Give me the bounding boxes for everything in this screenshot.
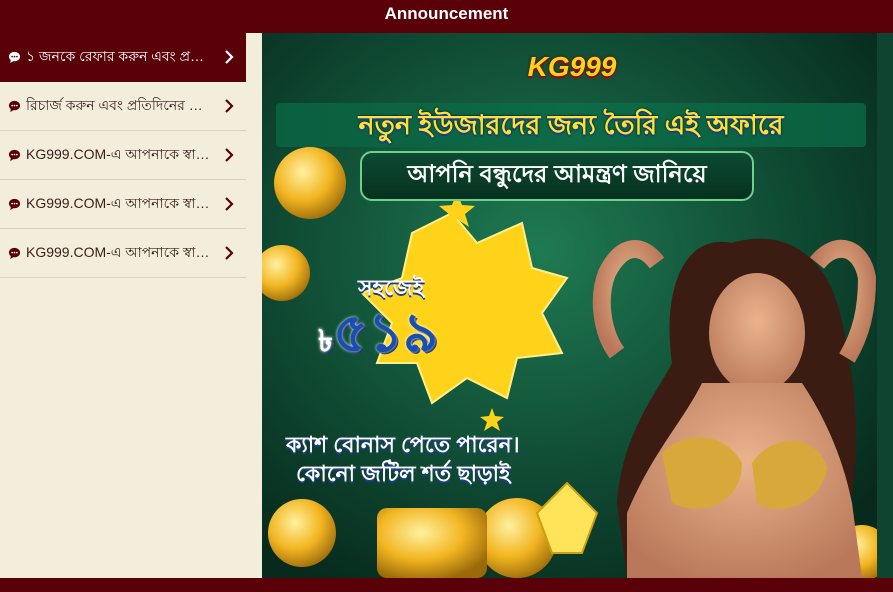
announcement-item-2[interactable]: রিচার্জ করুন এবং প্রতিদিনের বোনাস পান — [0, 82, 246, 131]
chevron-right-icon — [225, 50, 234, 64]
announcement-item-label: KG999.COM-এ আপনাকে স্বাগতম — [26, 244, 218, 260]
coin-icon — [274, 147, 346, 219]
announcement-item-4[interactable]: KG999.COM-এ আপনাকে স্বাগতম — [0, 180, 246, 229]
chevron-right-icon — [225, 148, 234, 162]
chevron-right-icon — [225, 99, 234, 113]
announcement-item-3[interactable]: KG999.COM-এ আপনাকে স্বাগতম — [0, 131, 246, 180]
bonus-amount: ৳৫১৯ — [318, 291, 498, 371]
chat-bubble-icon — [8, 51, 21, 63]
chat-bubble-icon — [8, 198, 21, 210]
announcement-item-label: KG999.COM-এ আপনাকে স্বাগতম — [26, 195, 218, 211]
announcement-item-label: KG999.COM-এ আপনাকে স্বাগতম — [26, 146, 218, 162]
bonus-value: ৫১৯ — [332, 303, 439, 363]
bottom-bar — [0, 578, 893, 592]
promo-headline: নতুন ইউজারদের জন্য তৈরি এই অফারে — [276, 103, 866, 147]
promo-subheadline: আপনি বন্ধুদের আমন্ত্রণ জানিয়ে — [360, 151, 754, 201]
chat-bubble-icon — [8, 149, 21, 161]
announcement-item-5[interactable]: KG999.COM-এ আপনাকে স্বাগতম — [0, 229, 246, 278]
chat-bubble-icon — [8, 247, 21, 259]
header-title: Announcement — [384, 4, 509, 23]
currency-symbol: ৳ — [318, 325, 333, 358]
announcement-header: Announcement — [0, 0, 893, 33]
chevron-right-icon — [225, 197, 234, 211]
banner-right-edge — [877, 33, 893, 578]
chevron-right-icon — [225, 246, 234, 260]
coin-icon — [268, 499, 336, 567]
announcement-item-label: ১ জনকে রেফার করুন এবং প্রতিদিন বোনাস পান — [26, 48, 218, 64]
promo-banner: KG999 নতুন ইউজারদের জন্য তৈরি এই অফারে আ… — [262, 33, 877, 578]
announcement-item-1[interactable]: ১ জনকে রেফার করুন এবং প্রতিদিন বোনাস পান — [0, 33, 246, 82]
offer-line-2: কোনো জটিল শর্ত ছাড়াই — [296, 461, 511, 486]
chat-bubble-icon — [8, 100, 21, 112]
content-gutter — [246, 33, 262, 578]
announcement-item-label: রিচার্জ করুন এবং প্রতিদিনের বোনাস পান — [26, 97, 218, 113]
announcement-list: ১ জনকে রেফার করুন এবং প্রতিদিন বোনাস পান… — [0, 33, 246, 578]
brand-logo: KG999 — [527, 51, 617, 82]
coin-stack — [377, 508, 487, 578]
